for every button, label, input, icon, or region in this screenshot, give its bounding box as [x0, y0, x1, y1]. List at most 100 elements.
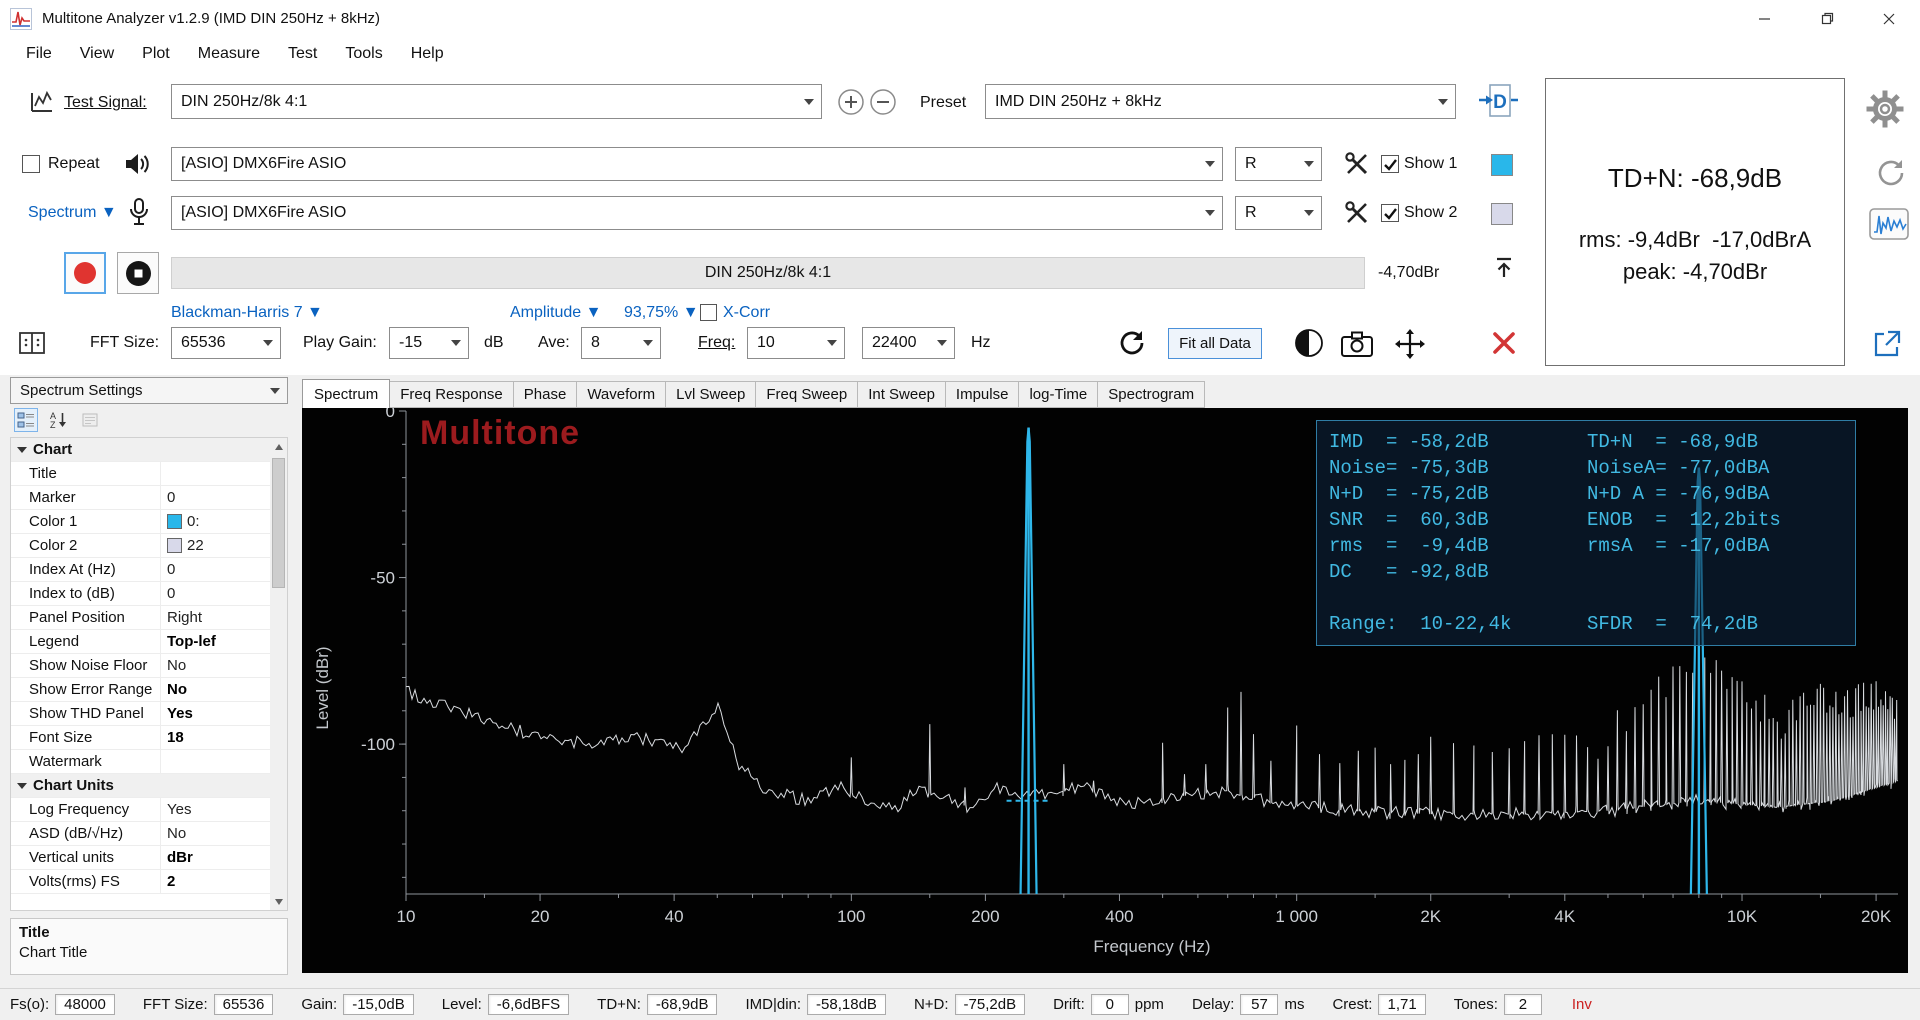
average-combo[interactable]: 8	[581, 327, 661, 359]
chevron-down-icon[interactable]	[930, 328, 954, 358]
property-row-color-2[interactable]: Color 2 22	[11, 534, 272, 558]
menu-tools[interactable]: Tools	[331, 37, 396, 70]
menu-test[interactable]: Test	[274, 37, 331, 70]
property-row-volts-rms-fs[interactable]: Volts(rms) FS 2	[11, 870, 272, 894]
tab-freq-response[interactable]: Freq Response	[390, 381, 514, 408]
split-panel-icon[interactable]	[18, 330, 46, 356]
chevron-down-icon[interactable]	[1297, 197, 1321, 229]
property-row-font-size[interactable]: Font Size 18	[11, 726, 272, 750]
property-row-color-1[interactable]: Color 1 0:	[11, 510, 272, 534]
menu-measure[interactable]: Measure	[184, 37, 274, 70]
menu-help[interactable]: Help	[397, 37, 458, 70]
tab-freq-sweep[interactable]: Freq Sweep	[756, 381, 859, 408]
tab-log-time[interactable]: log-Time	[1019, 381, 1099, 408]
property-group-chart[interactable]: Chart	[11, 438, 272, 462]
pop-out-icon[interactable]	[1871, 328, 1903, 360]
alphabetical-sort-icon[interactable]: AZ	[46, 408, 70, 432]
scroll-up-button[interactable]	[270, 438, 287, 455]
minimize-button[interactable]	[1734, 0, 1796, 37]
remove-signal-button[interactable]	[869, 88, 897, 116]
property-row-title[interactable]: Title	[11, 462, 272, 486]
property-row-show-error-range[interactable]: Show Error Range No	[11, 678, 272, 702]
categorized-view-icon[interactable]	[14, 408, 38, 432]
record-button[interactable]	[64, 252, 106, 294]
refresh-icon[interactable]	[1116, 328, 1148, 358]
camera-icon[interactable]	[1340, 330, 1374, 358]
spectrum-chart[interactable]: 0 -50 -100 10 20 40 100 200 400 1 000 2K 4K 10K 20K Le…	[302, 408, 1908, 973]
trace2-color-swatch[interactable]	[1491, 203, 1513, 225]
property-row-log-frequency[interactable]: Log Frequency Yes	[11, 798, 272, 822]
chevron-down-icon[interactable]	[444, 328, 468, 358]
fft-size-combo[interactable]: 65536	[171, 327, 281, 359]
property-row-watermark[interactable]: Watermark	[11, 750, 272, 774]
amplitude-selector[interactable]: Amplitude ▼	[510, 304, 601, 322]
close-button[interactable]	[1858, 0, 1920, 37]
waveform-preview-icon[interactable]	[1869, 208, 1909, 240]
tab-spectrogram[interactable]: Spectrogram	[1098, 381, 1206, 408]
property-row-index-to-db[interactable]: Index to (dB) 0	[11, 582, 272, 606]
chevron-down-icon[interactable]	[820, 328, 844, 358]
scroll-down-button[interactable]	[270, 893, 287, 910]
scroll-to-top-icon[interactable]	[1490, 254, 1518, 282]
menu-plot[interactable]: Plot	[128, 37, 184, 70]
property-row-show-noise-floor[interactable]: Show Noise Floor No	[11, 654, 272, 678]
property-row-panel-position[interactable]: Panel Position Right	[11, 606, 272, 630]
trace1-color-swatch[interactable]	[1491, 154, 1513, 176]
property-row-vertical-units[interactable]: Vertical units dBr	[11, 846, 272, 870]
load-preset-icon[interactable]: D	[1478, 82, 1520, 120]
tab-spectrum[interactable]: Spectrum	[302, 379, 391, 409]
menu-view[interactable]: View	[66, 37, 128, 70]
freq-low-combo[interactable]: 10	[747, 327, 845, 359]
input-settings-wrench-icon[interactable]	[1343, 199, 1371, 227]
restore-button[interactable]	[1796, 0, 1858, 37]
chevron-down-icon[interactable]	[636, 328, 660, 358]
chevron-down-icon[interactable]	[263, 387, 287, 394]
tab-int-sweep[interactable]: Int Sweep	[858, 381, 946, 408]
scrollbar[interactable]	[270, 438, 287, 910]
property-group-chart-units[interactable]: Chart Units	[11, 774, 272, 798]
repeat-checkbox[interactable]	[22, 155, 40, 173]
property-row-legend[interactable]: Legend Top-lef	[11, 630, 272, 654]
property-row-marker[interactable]: Marker 0	[11, 486, 272, 510]
freq-high-combo[interactable]: 22400	[862, 327, 955, 359]
clear-icon[interactable]	[1489, 328, 1519, 358]
test-signal-combo[interactable]: DIN 250Hz/8k 4:1	[171, 84, 822, 119]
input-mode-selector[interactable]: Spectrum ▼	[28, 204, 117, 222]
speaker-icon[interactable]	[122, 150, 152, 178]
test-signal-icon[interactable]	[28, 88, 56, 116]
stop-button[interactable]	[117, 252, 159, 294]
tab-impulse[interactable]: Impulse	[945, 381, 1020, 408]
preset-combo[interactable]: IMD DIN 250Hz + 8kHz	[985, 84, 1456, 119]
playback-progress-bar[interactable]: DIN 250Hz/8k 4:1	[171, 257, 1365, 289]
pan-move-icon[interactable]	[1394, 328, 1426, 360]
play-gain-combo[interactable]: -15	[389, 327, 469, 359]
scroll-thumb[interactable]	[272, 458, 285, 588]
output-device-combo[interactable]: [ASIO] DMX6Fire ASIO	[171, 147, 1223, 181]
tab-phase[interactable]: Phase	[513, 381, 578, 408]
property-row-show-thd-panel[interactable]: Show THD Panel Yes	[11, 702, 272, 726]
output-channel-combo[interactable]: R	[1235, 147, 1322, 181]
property-row-asd-db-hz[interactable]: ASD (dB/√Hz) No	[11, 822, 272, 846]
chevron-down-icon[interactable]	[256, 328, 280, 358]
show2-checkbox[interactable]	[1381, 204, 1399, 222]
invert-indicator[interactable]: Inv	[1572, 996, 1592, 1013]
settings-selector[interactable]: Spectrum Settings	[10, 377, 288, 404]
input-channel-combo[interactable]: R	[1235, 196, 1322, 230]
microphone-icon[interactable]	[126, 197, 152, 227]
contrast-icon[interactable]	[1294, 328, 1324, 358]
tab-waveform[interactable]: Waveform	[577, 381, 667, 408]
input-device-combo[interactable]: [ASIO] DMX6Fire ASIO	[171, 196, 1223, 230]
xcorr-checkbox[interactable]	[700, 304, 717, 321]
gear-icon[interactable]	[1866, 90, 1904, 128]
chevron-down-icon[interactable]	[1297, 148, 1321, 180]
tab-lvl-sweep[interactable]: Lvl Sweep	[666, 381, 757, 408]
chevron-down-icon[interactable]	[1198, 197, 1222, 229]
show1-checkbox[interactable]	[1381, 155, 1399, 173]
property-row-index-at-hz[interactable]: Index At (Hz) 0	[11, 558, 272, 582]
fit-all-data-button[interactable]: Fit all Data	[1168, 328, 1262, 359]
chevron-down-icon[interactable]	[797, 85, 821, 118]
chevron-down-icon[interactable]	[1431, 85, 1455, 118]
window-function-selector[interactable]: Blackman-Harris 7 ▼	[171, 304, 323, 322]
output-settings-wrench-icon[interactable]	[1343, 150, 1371, 178]
history-circle-icon[interactable]	[1874, 156, 1908, 190]
